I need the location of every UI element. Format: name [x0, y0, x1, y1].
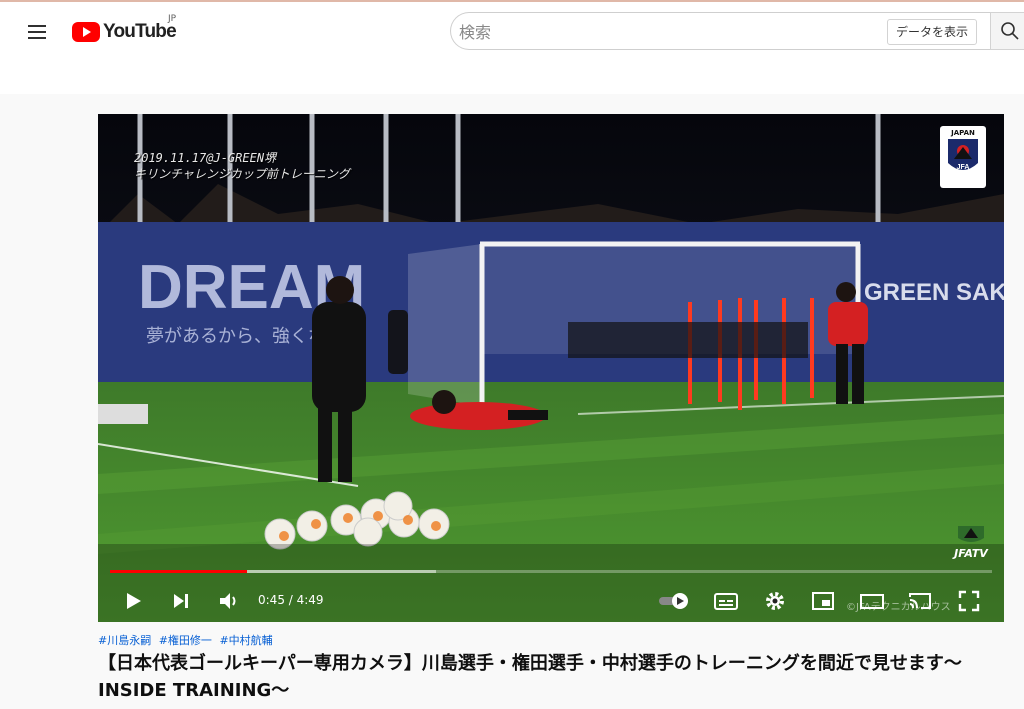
badge-text: JAPAN — [951, 129, 975, 137]
jfatv-watermark: JFATV — [950, 524, 992, 560]
hashtag-link[interactable]: #権田修一 — [159, 634, 212, 647]
progress-played — [110, 570, 247, 573]
video-player[interactable]: DREAM 夢があるから、強くなる GREEN SAKAI — [98, 114, 1004, 622]
region-label: JP — [168, 14, 177, 24]
youtube-logo[interactable]: YouTube — [72, 19, 177, 45]
progress-bar[interactable] — [110, 570, 992, 573]
jfa-small-icon — [958, 526, 984, 542]
copyright-text: ©JFAテクニカルハウス — [846, 602, 951, 613]
japan-team-badge: JAPAN JFA — [940, 126, 986, 188]
search-button[interactable] — [990, 12, 1024, 50]
time-display: 0:45 / 4:49 — [258, 593, 324, 607]
video-frame: DREAM 夢があるから、強くなる GREEN SAKAI — [98, 114, 1004, 622]
volume-icon[interactable] — [216, 588, 242, 614]
next-icon[interactable] — [168, 588, 194, 614]
jfa-emblem-icon: JFA — [948, 139, 978, 171]
overlay-date: 2019.11.17@J-GREEN堺 — [134, 151, 277, 165]
masthead: YouTube JP データを表示 — [0, 2, 1024, 94]
logo-text: YouTube — [103, 21, 177, 42]
search-box: データを表示 — [450, 12, 990, 50]
overlay-text: キリンチャレンジカップ前トレーニング — [134, 167, 350, 181]
watermark-text: JFATV — [954, 547, 988, 560]
subtitles-icon[interactable] — [712, 588, 740, 614]
youtube-play-icon — [72, 22, 100, 42]
play-icon[interactable] — [120, 588, 146, 614]
hashtag-link[interactable]: #中村航輔 — [219, 634, 272, 647]
badge-logo-text: JFA — [957, 164, 970, 171]
player-controls: 0:45 / 4:49 ©JFAテクニカルハウス — [98, 584, 1004, 622]
sponsor-text: GREEN SAKAI — [864, 279, 1004, 306]
settings-gear-icon[interactable] — [762, 588, 788, 614]
video-title: 【日本代表ゴールキーパー専用カメラ】川島選手・権田選手・中村選手のトレーニングを… — [98, 653, 962, 701]
show-data-button[interactable]: データを表示 — [887, 19, 978, 45]
fullscreen-icon[interactable] — [956, 588, 982, 614]
search-input[interactable] — [457, 17, 881, 47]
autoplay-toggle-icon[interactable] — [656, 588, 692, 614]
miniplayer-icon[interactable] — [810, 588, 836, 614]
hashtag-list: #川島永嗣 #権田修一 #中村航輔 — [98, 632, 277, 648]
menu-icon[interactable] — [20, 16, 52, 48]
search-icon — [1001, 22, 1019, 40]
hashtag-link[interactable]: #川島永嗣 — [98, 634, 151, 647]
video-caption-overlay: 2019.11.17@J-GREEN堺 キリンチャレンジカップ前トレーニング — [134, 150, 350, 182]
